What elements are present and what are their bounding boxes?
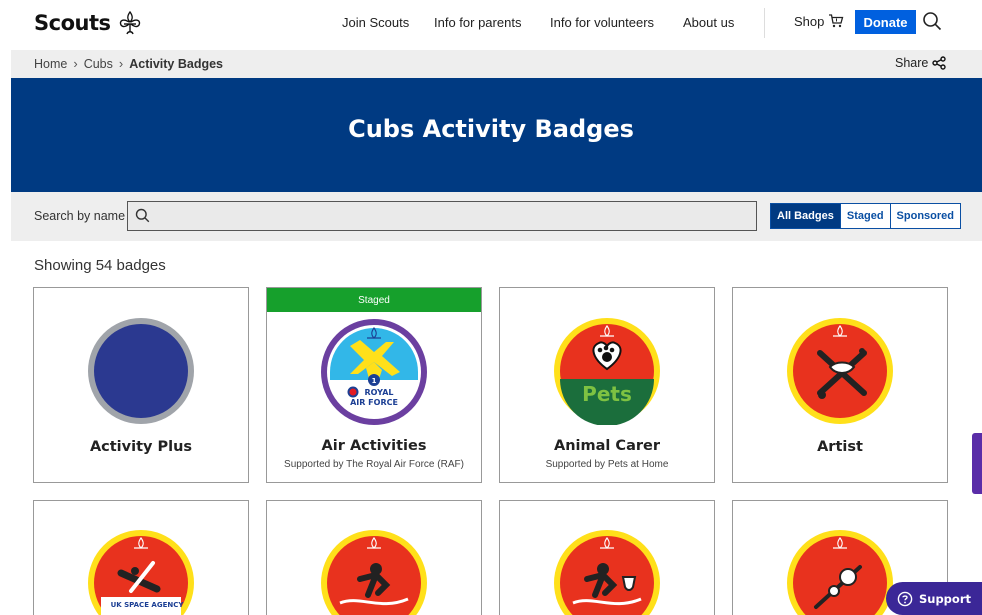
search-icon[interactable]	[922, 11, 942, 31]
shop-link[interactable]: Shop	[794, 13, 844, 29]
support-button[interactable]: Support	[886, 582, 982, 615]
badge-name: Artist	[817, 439, 863, 455]
share-button[interactable]: Share	[895, 56, 947, 70]
share-label: Share	[895, 56, 929, 70]
search-icon	[135, 208, 150, 223]
page-title: Cubs Activity Badges	[348, 115, 634, 143]
breadcrumb: Home › Cubs › Activity Badges	[34, 56, 223, 71]
scouts-logo[interactable]: Scouts	[34, 10, 143, 36]
site-header: Scouts Join Scouts Info for parents Info…	[0, 0, 982, 50]
air-activities-badge-icon: 1 ROYAL AIR FORCE	[321, 319, 427, 425]
nav-info-for-volunteers[interactable]: Info for volunteers	[550, 15, 654, 30]
results-count: Showing 54 badges	[34, 257, 166, 274]
uk-space-agency-logo-text: UK SPACE AGENCY	[111, 601, 185, 609]
donate-button[interactable]: Donate	[855, 10, 916, 34]
share-icon	[932, 56, 947, 70]
nav-join-scouts[interactable]: Join Scouts	[342, 15, 409, 30]
search-input[interactable]	[127, 201, 757, 231]
space-badge-icon: UK SPACE AGENCY	[88, 530, 194, 615]
logo-text: Scouts	[34, 11, 111, 35]
tab-staged[interactable]: Staged	[839, 204, 890, 228]
raf-logo-text-1: ROYAL	[365, 388, 394, 397]
filter-bar: Search by name All Badges Staged Sponsor…	[11, 192, 982, 241]
badge-card-astronomer[interactable]: UK SPACE AGENCY	[33, 500, 249, 615]
chevron-right-icon: ›	[73, 56, 78, 71]
header-divider	[764, 8, 765, 38]
hero-banner: Cubs Activity Badges	[11, 78, 982, 192]
badge-filter-tabs: All Badges Staged Sponsored	[770, 203, 961, 229]
feedback-tab[interactable]	[972, 433, 982, 494]
tab-sponsored[interactable]: Sponsored	[889, 204, 960, 228]
badge-card-athletics[interactable]	[266, 500, 482, 615]
cooking-badge-icon	[787, 530, 893, 615]
staged-banner: Staged	[267, 288, 481, 312]
breadcrumb-current: Activity Badges	[129, 56, 223, 71]
badge-name: Air Activities	[321, 438, 427, 454]
badge-card-air-activities[interactable]: Staged 1 ROYAL AIR FORCE Air Activities …	[266, 287, 482, 483]
animal-carer-badge-icon: Pets	[554, 318, 660, 425]
badge-name: Animal Carer	[554, 438, 660, 454]
nav-info-for-parents[interactable]: Info for parents	[434, 15, 521, 30]
chevron-right-icon: ›	[118, 56, 124, 71]
athletics-badge-icon	[321, 530, 427, 615]
shop-label: Shop	[794, 13, 825, 29]
badge-name: Activity Plus	[89, 439, 193, 455]
artist-badge-icon	[787, 318, 893, 424]
badge-sponsor: Supported by Pets at Home	[545, 459, 669, 470]
tab-all-badges[interactable]: All Badges	[771, 204, 840, 228]
nav-about-us[interactable]: About us	[683, 15, 734, 30]
pets-logo-text: Pets	[582, 382, 632, 406]
badge-card-artist[interactable]: Artist	[732, 287, 948, 483]
breadcrumb-home[interactable]: Home	[34, 57, 67, 71]
raf-logo-text-2: AIR FORCE	[350, 398, 398, 407]
badge-card-athletics-plus[interactable]	[499, 500, 715, 615]
cart-icon	[829, 14, 844, 28]
help-icon	[897, 591, 913, 606]
support-label: Support	[918, 591, 971, 606]
athletics-plus-badge-icon	[554, 530, 660, 615]
svg-text:1: 1	[372, 377, 377, 385]
badge-sponsor: Supported by The Royal Air Force (RAF)	[284, 459, 464, 470]
search-label: Search by name	[34, 209, 126, 223]
activity-plus-badge-icon	[88, 318, 194, 424]
breadcrumb-cubs[interactable]: Cubs	[84, 57, 113, 71]
breadcrumb-bar: Home › Cubs › Activity Badges Share	[11, 50, 982, 78]
badge-card-activity-plus[interactable]: Activity Plus	[33, 287, 249, 483]
badge-card-animal-carer[interactable]: Pets Animal Carer Supported by Pets at H…	[499, 287, 715, 483]
fleur-de-lis-icon	[119, 10, 140, 35]
